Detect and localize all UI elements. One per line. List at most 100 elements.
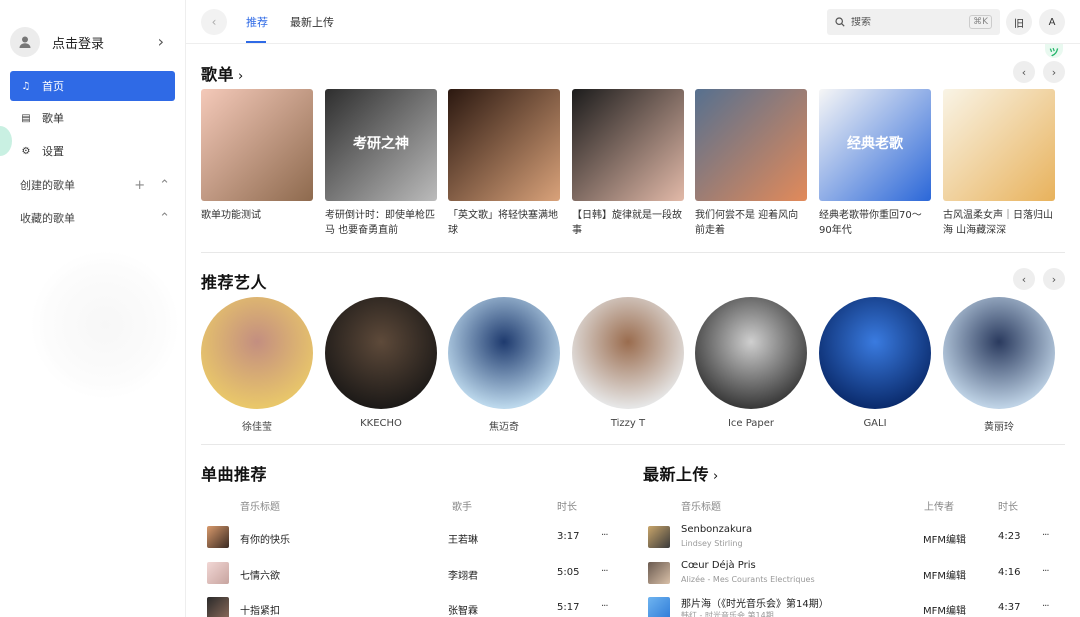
collected-playlists-label: 收藏的歌单 xyxy=(20,212,75,225)
old-version-button[interactable]: 旧 xyxy=(1006,9,1032,35)
chevron-up-icon[interactable]: ⌃ xyxy=(159,178,170,193)
artist-card[interactable]: Ice Paper xyxy=(695,297,807,429)
latest-section-title[interactable]: 最新上传 › xyxy=(643,461,719,485)
playlist-cover xyxy=(201,89,313,201)
divider xyxy=(201,444,1065,445)
carousel-prev-button[interactable]: ‹ xyxy=(1013,268,1035,290)
more-icon[interactable]: ··· xyxy=(601,566,608,577)
song-title[interactable]: 七情六欲 xyxy=(240,567,280,582)
carousel-prev-button[interactable]: ‹ xyxy=(1013,61,1035,83)
song-title[interactable]: 那片海（《时光音乐会》第14期） xyxy=(681,595,829,610)
search-box[interactable]: ⌘K xyxy=(827,9,1000,35)
playlist-title: 【日韩】旋律就是一段故事 xyxy=(572,210,682,236)
artist-name: Ice Paper xyxy=(727,418,775,429)
playlists-section-title[interactable]: 歌单 › xyxy=(201,61,244,85)
search-shortcut: ⌘K xyxy=(969,15,992,29)
artist-name: Tizzy T xyxy=(610,418,646,429)
playlist-card[interactable]: 古风温柔女声｜日落归山海 山海藏深深 xyxy=(943,89,1055,238)
avatar xyxy=(10,27,40,57)
chevron-right-icon: › xyxy=(238,69,244,84)
carousel-next-button[interactable]: › xyxy=(1043,268,1065,290)
song-artist[interactable]: 李翊君 xyxy=(448,567,478,582)
login-button[interactable]: 点击登录 › xyxy=(10,26,170,58)
artist-avatar xyxy=(325,297,437,409)
song-title[interactable]: Senbonzakura xyxy=(681,524,752,535)
column-header-title: 音乐标题 xyxy=(681,502,721,513)
song-uploader[interactable]: MFM编辑 xyxy=(923,602,966,617)
playlist-card[interactable]: 歌单功能测试 xyxy=(201,89,313,238)
carousel-next-button[interactable]: › xyxy=(1043,61,1065,83)
artist-card[interactable]: 徐佳莹 xyxy=(201,297,313,433)
artist-card[interactable]: 黄丽玲 xyxy=(943,297,1055,433)
list-icon: ▤ xyxy=(21,112,31,124)
playlist-cover xyxy=(695,89,807,201)
more-icon[interactable]: ··· xyxy=(1042,530,1049,541)
playlist-title: 我们何尝不是 迎着风向前走着 xyxy=(695,210,799,236)
column-header-duration: 时长 xyxy=(557,502,577,513)
playlist-card[interactable]: 我们何尝不是 迎着风向前走着 xyxy=(695,89,807,238)
chevron-left-icon: ‹ xyxy=(211,15,217,29)
chevron-up-icon[interactable]: ⌃ xyxy=(159,211,170,226)
song-uploader[interactable]: MFM编辑 xyxy=(923,531,966,546)
tab-latest-upload[interactable]: 最新上传 xyxy=(290,14,334,30)
sidebar-item-home[interactable]: ♫ 首页 xyxy=(10,71,175,101)
playlist-title: 经典老歌带你重回70～90年代 xyxy=(819,210,922,236)
chevron-right-icon: › xyxy=(157,32,164,51)
singles-section-title: 单曲推荐 xyxy=(201,465,268,484)
gear-icon: ⚙ xyxy=(21,145,31,157)
search-icon xyxy=(835,17,845,27)
search-input[interactable] xyxy=(851,16,961,28)
cover-text: 考研之神 xyxy=(353,136,409,152)
login-label: 点击登录 xyxy=(52,36,105,52)
song-title[interactable]: 十指紧扣 xyxy=(240,602,280,617)
plus-icon[interactable]: + xyxy=(134,178,145,193)
tab-recommend[interactable]: 推荐 xyxy=(246,14,268,30)
sidebar-item-settings[interactable]: ⚙ 设置 xyxy=(10,136,175,166)
artist-card[interactable]: 焦迈奇 xyxy=(448,297,560,433)
playlist-card[interactable]: 考研之神考研倒计时：即使单枪匹马 也要奋勇直前 xyxy=(325,89,437,238)
song-subtitle: Lindsey Stirling xyxy=(681,539,743,548)
sidebar: 点击登录 › ♫ 首页 ▤ 歌单 ⚙ 设置 创建的歌单 + ⌃ 收藏的歌单 ⌃ xyxy=(0,0,186,617)
more-icon[interactable]: ··· xyxy=(1042,566,1049,577)
song-artist[interactable]: 王若琳 xyxy=(448,531,478,546)
collected-playlists-header[interactable]: 收藏的歌单 ⌃ xyxy=(20,210,170,226)
song-cover xyxy=(207,597,229,617)
more-icon[interactable]: ··· xyxy=(601,530,608,541)
back-button[interactable]: ‹ xyxy=(201,9,227,35)
song-uploader[interactable]: MFM编辑 xyxy=(923,567,966,582)
artist-avatar xyxy=(201,297,313,409)
user-avatar-button[interactable]: A xyxy=(1039,9,1065,35)
song-duration: 4:23 xyxy=(998,531,1021,542)
playlist-title: 考研倒计时：即使单枪匹马 也要奋勇直前 xyxy=(325,210,435,236)
column-header-artist: 歌手 xyxy=(452,502,472,513)
artist-name: 徐佳莹 xyxy=(242,422,272,433)
column-header-duration: 时长 xyxy=(998,502,1018,513)
playlist-card[interactable]: 经典老歌经典老歌带你重回70～90年代 xyxy=(819,89,931,238)
artist-name: KKECHO xyxy=(360,418,402,429)
more-icon[interactable]: ··· xyxy=(1042,601,1049,612)
decor-watermark xyxy=(30,250,180,400)
more-icon[interactable]: ··· xyxy=(601,601,608,612)
song-cover xyxy=(207,562,229,584)
artist-card[interactable]: Tizzy T xyxy=(572,297,684,429)
artist-card[interactable]: KKECHO xyxy=(325,297,437,429)
top-bar: ‹ 推荐 最新上传 ⌘K 旧 A xyxy=(186,0,1080,44)
playlist-cover: 经典老歌 xyxy=(819,89,931,201)
sidebar-item-label: 首页 xyxy=(42,80,64,93)
divider xyxy=(201,252,1065,253)
created-playlists-header[interactable]: 创建的歌单 + ⌃ xyxy=(20,177,170,193)
artist-card[interactable]: GALI xyxy=(819,297,931,429)
song-title[interactable]: 有你的快乐 xyxy=(240,531,290,546)
song-artist[interactable]: 张智霖 xyxy=(448,602,478,617)
user-icon xyxy=(19,36,31,48)
playlist-card[interactable]: 「英文歌」将轻快塞满地球 xyxy=(448,89,560,238)
chevron-right-icon: › xyxy=(713,469,719,484)
playlist-title: 歌单功能测试 xyxy=(201,210,261,221)
song-duration: 4:37 xyxy=(998,602,1021,613)
song-cover xyxy=(648,597,670,617)
song-cover xyxy=(648,562,670,584)
song-title[interactable]: Cœur Déjà Pris xyxy=(681,560,756,571)
artist-avatar xyxy=(448,297,560,409)
sidebar-item-playlists[interactable]: ▤ 歌单 xyxy=(10,103,175,133)
playlist-card[interactable]: 【日韩】旋律就是一段故事 xyxy=(572,89,684,238)
